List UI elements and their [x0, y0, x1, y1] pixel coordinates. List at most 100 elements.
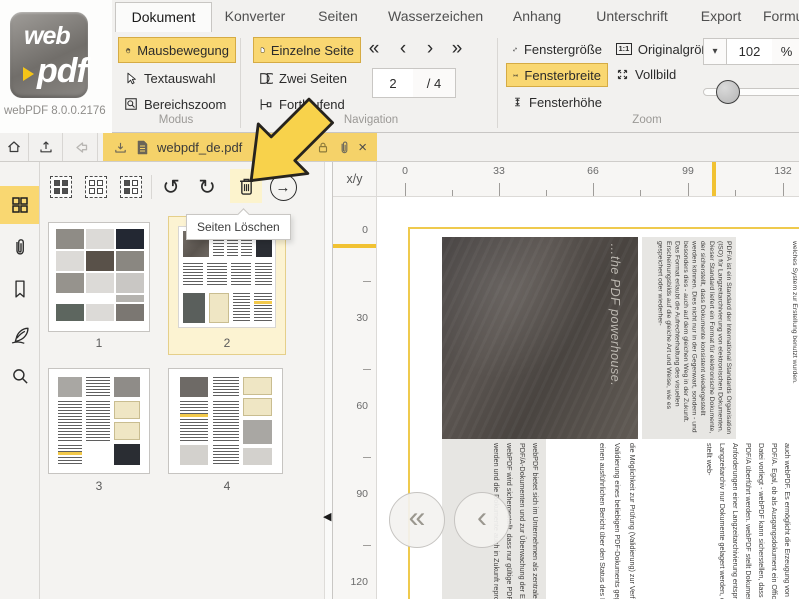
v-tick-label: 60	[338, 400, 368, 412]
pdf-text-block: welches System zur Erstellung benutzt wu…	[778, 237, 799, 439]
logo-area: web pdf webPDF 8.0.0.2176	[0, 0, 112, 133]
tab-seiten[interactable]: Seiten	[315, 2, 361, 31]
tab-konverter[interactable]: Konverter	[222, 2, 288, 31]
logo-word-pdf: pdf	[37, 52, 87, 91]
app-version: webPDF 8.0.0.2176	[4, 105, 110, 117]
back-arrow-icon	[72, 140, 89, 155]
collapse-panel-icon[interactable]: ◀	[323, 510, 331, 523]
thumbnail-3-preview	[55, 374, 143, 468]
invert-selection-button[interactable]	[116, 172, 146, 202]
file-icon	[136, 140, 149, 155]
zwei-seiten-label: Zwei Seiten	[279, 71, 347, 86]
page-thumbnail-3[interactable]	[48, 368, 150, 474]
lock-icon	[316, 140, 330, 155]
group-label-modus: Modus	[112, 114, 240, 126]
sidebar-item-search[interactable]	[0, 359, 39, 393]
v-tick-label: 90	[338, 488, 368, 500]
bereichszoom-button[interactable]: Bereichszoom	[118, 92, 236, 116]
rotate-left-icon: ↺	[162, 176, 180, 198]
move-pages-button[interactable]: →	[266, 172, 300, 202]
sidebar-item-bookmarks[interactable]	[0, 272, 39, 306]
trash-icon	[237, 176, 256, 197]
page-number-2: 2	[217, 336, 237, 350]
einzelne-seite-button[interactable]: Einzelne Seite	[253, 37, 361, 63]
thumbnail-4-preview	[177, 374, 275, 468]
page-thumbnail-1[interactable]	[48, 222, 150, 332]
mausbewegung-button[interactable]: Mausbewegung	[118, 37, 236, 63]
vollbild-button[interactable]: Vollbild	[610, 63, 722, 85]
v-tick-label: 30	[338, 312, 368, 324]
group-divider	[240, 38, 241, 128]
sidebar-item-thumbnails[interactable]	[0, 186, 39, 224]
back-button[interactable]	[63, 133, 98, 161]
document-canvas[interactable]: …the PDF powerhouse. PDF/A ist ein Stand…	[377, 197, 799, 599]
page-thumbnail-4[interactable]	[168, 368, 283, 474]
sidebar-item-attachments[interactable]	[0, 230, 39, 264]
document-title: webpdf_de.pdf	[157, 140, 308, 155]
einzelne-seite-label: Einzelne Seite	[271, 43, 354, 58]
thumbnail-2-preview	[178, 226, 276, 328]
tab-dokument[interactable]: Dokument	[115, 2, 212, 32]
select-all-pages-button[interactable]	[46, 172, 76, 202]
one-to-one-icon: 1:1	[616, 43, 632, 55]
paperclip-icon[interactable]	[338, 140, 350, 155]
deselect-all-icon	[85, 176, 107, 198]
go-first-page-button[interactable]: «	[389, 492, 445, 548]
rotate-left-button[interactable]: ↺	[156, 172, 186, 202]
zwei-seiten-button[interactable]: Zwei Seiten	[253, 66, 361, 90]
horizontal-ruler: 0 33 66 99 132	[377, 162, 799, 197]
pdf-text-block: die Möglichkeit zur Prüfung (Validierung…	[550, 439, 644, 599]
fit-height-icon	[512, 95, 523, 109]
tab-export[interactable]: Export	[698, 2, 744, 31]
close-icon[interactable]: ×	[358, 140, 367, 155]
sidebar-item-signature[interactable]	[0, 317, 39, 353]
page-number-4: 4	[217, 479, 237, 493]
thumbnail-1-preview	[56, 229, 144, 325]
fenstergroesse-button[interactable]: Fenstergröße	[506, 38, 608, 60]
previous-page-button[interactable]: ‹	[391, 37, 415, 61]
go-previous-page-button[interactable]: ‹	[454, 492, 510, 548]
fortlaufend-button[interactable]: Fortlaufend	[253, 92, 361, 116]
tab-unterschrift[interactable]: Unterschrift	[594, 2, 670, 31]
webpdf-logo: web pdf	[10, 12, 88, 98]
home-button[interactable]	[0, 133, 29, 161]
pdf-page-image: …the PDF powerhouse.	[442, 237, 638, 439]
document-tab[interactable]: webpdf_de.pdf ×	[103, 133, 377, 161]
deselect-all-pages-button[interactable]	[81, 172, 111, 202]
fensterbreite-button[interactable]: Fensterbreite	[506, 63, 608, 87]
group-label-navigation: Navigation	[245, 114, 497, 126]
tab-anhang[interactable]: Anhang	[510, 2, 564, 31]
zoom-dropdown-button[interactable]: ▾	[703, 38, 727, 65]
fenstergroesse-label: Fenstergröße	[524, 42, 602, 57]
rotate-right-button[interactable]: ↻	[192, 172, 222, 202]
single-page-icon	[260, 43, 265, 57]
zoom-value-input[interactable]	[726, 38, 773, 65]
thumbnails-grid-icon	[10, 195, 30, 215]
fit-window-icon	[512, 43, 518, 56]
tab-formulare[interactable]: Formulare	[763, 2, 799, 31]
v-tick-label: 0	[338, 224, 368, 236]
upload-icon	[38, 139, 54, 155]
zoom-unit-label: %	[772, 38, 799, 65]
panel-scrollbar[interactable]	[324, 162, 333, 599]
delete-pages-button[interactable]	[230, 169, 262, 203]
fensterhoehe-button[interactable]: Fensterhöhe	[506, 91, 608, 113]
fit-width-icon	[513, 69, 518, 82]
last-page-button[interactable]: »	[445, 37, 469, 61]
bereichszoom-label: Bereichszoom	[144, 97, 226, 112]
next-page-button[interactable]: ›	[418, 37, 442, 61]
hand-icon	[125, 43, 131, 58]
search-icon	[10, 366, 30, 386]
zoom-slider[interactable]	[716, 80, 740, 104]
tab-wasserzeichen[interactable]: Wasserzeichen	[388, 2, 480, 31]
continuous-icon	[259, 98, 273, 111]
open-upload-button[interactable]	[29, 133, 63, 161]
tooltip: Seiten Löschen	[186, 214, 291, 240]
page-number-input[interactable]	[372, 68, 414, 98]
h-tick-label: 99	[673, 165, 703, 177]
textauswahl-button[interactable]: Textauswahl	[118, 66, 236, 90]
area-zoom-icon	[124, 97, 138, 111]
ruler-corner-label: x/y	[333, 162, 377, 197]
first-page-button[interactable]: «	[362, 37, 386, 61]
document-tabbar: webpdf_de.pdf ×	[0, 133, 799, 162]
